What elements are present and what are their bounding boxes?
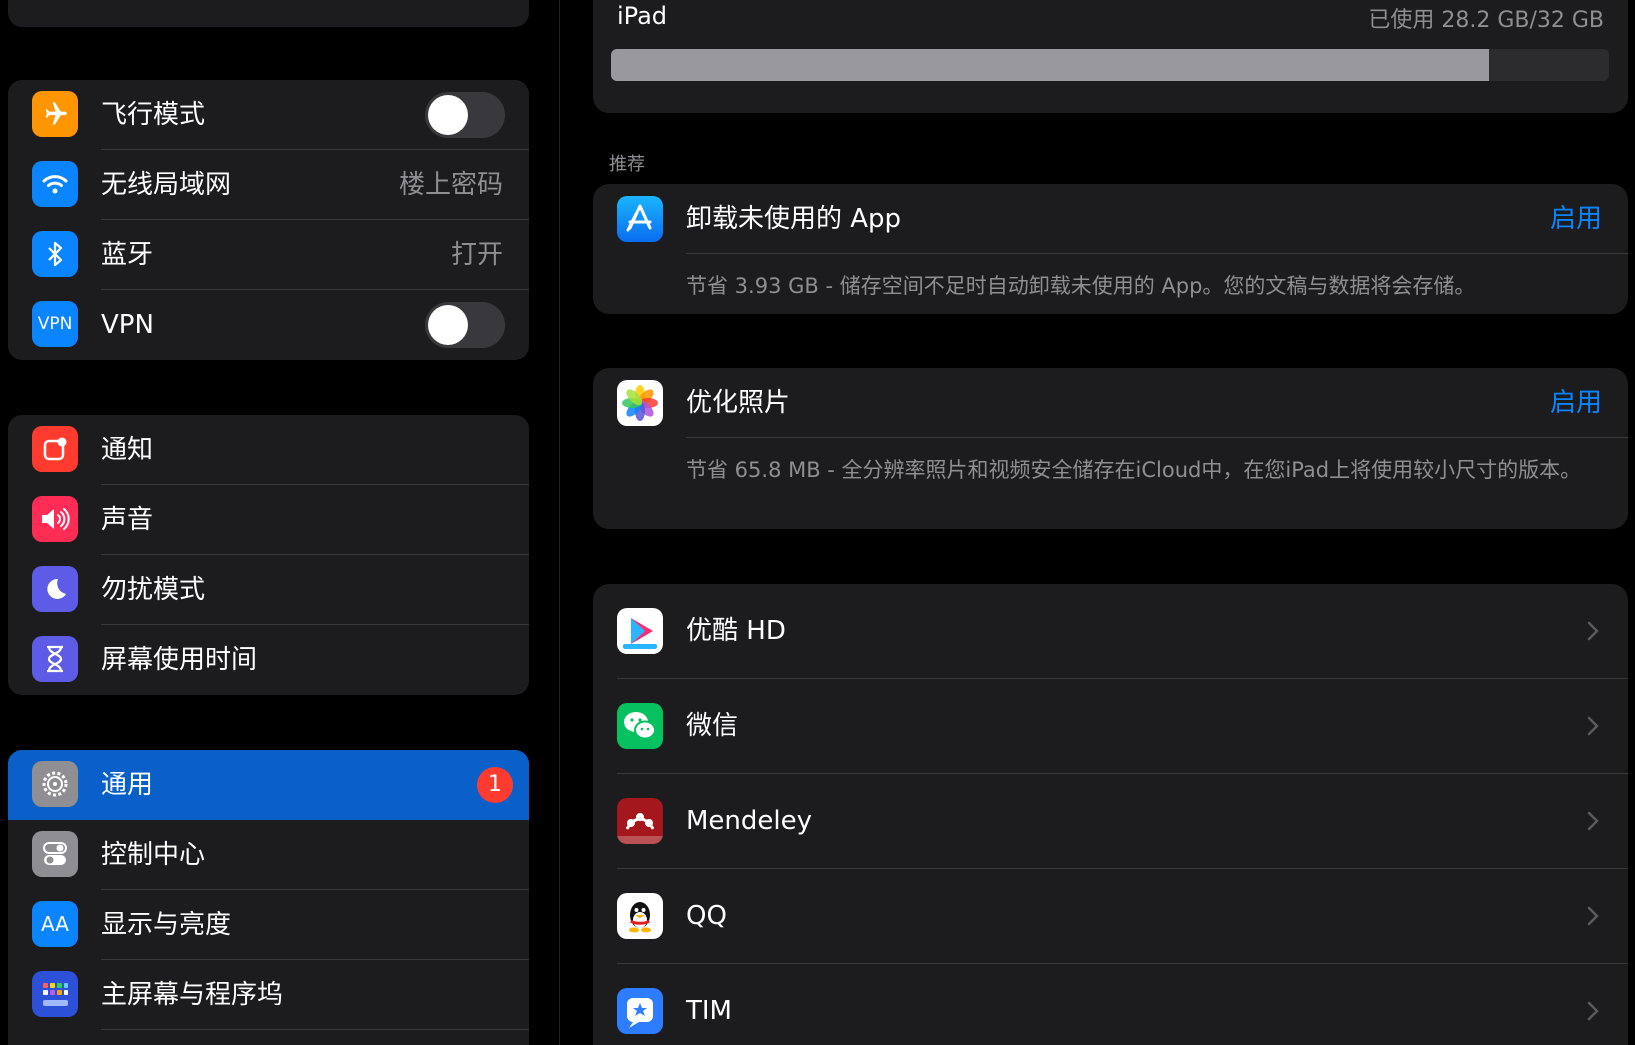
recommendation-title: 优化照片	[686, 388, 791, 418]
hourglass-icon	[32, 636, 78, 682]
vpn-icon: VPN	[32, 301, 78, 347]
apple-id-card[interactable]	[8, 0, 529, 27]
enable-offload-button[interactable]: 启用	[1550, 184, 1602, 254]
storage-used-text: 已使用 28.2 GB/32 GB	[1368, 8, 1604, 33]
sidebar-item-label: 显示与亮度	[101, 910, 232, 940]
wifi-icon	[32, 161, 78, 207]
sidebar-item-label: 通用	[101, 770, 154, 800]
sidebar-item-display-brightness[interactable]: AA 显示与亮度	[8, 890, 529, 960]
sidebar-item-notifications[interactable]: 通知	[8, 415, 529, 485]
sidebar-item-label: 声音	[101, 505, 154, 535]
toggle-knob	[428, 95, 468, 135]
chevron-right-icon	[1587, 906, 1599, 926]
sidebar-item-home-screen-dock[interactable]: 主屏幕与程序坞	[8, 960, 529, 1030]
youku-icon	[617, 608, 663, 654]
recommendation-offload-apps: 卸载未使用的 App 启用 节省 3.93 GB - 储存空间不足时自动卸载未使…	[593, 184, 1628, 314]
chevron-right-icon	[1587, 811, 1599, 831]
app-storage-list: 优酷 HD 微信 Mendeley QQ TIM	[593, 584, 1628, 1045]
chevron-right-icon	[1587, 1001, 1599, 1021]
recommendation-description: 节省 65.8 MB - 全分辨率照片和视频安全储存在iCloud中，在您iPa…	[686, 458, 1582, 482]
enable-optimize-photos-button[interactable]: 启用	[1550, 368, 1602, 438]
app-store-icon	[617, 196, 663, 242]
speaker-icon	[32, 496, 78, 542]
sidebar-item-label: 主屏幕与程序坞	[101, 980, 284, 1010]
sidebar-item-label: VPN	[101, 310, 154, 340]
home-screen-icon	[32, 971, 78, 1017]
sidebar-item-label: 蓝牙	[101, 240, 154, 270]
display-icon: AA	[32, 901, 78, 947]
control-center-icon	[32, 831, 78, 877]
sidebar-item-wifi[interactable]: 无线局域网 楼上密码	[8, 150, 529, 220]
sidebar-item-general[interactable]: 通用 1	[8, 750, 529, 820]
photos-icon	[617, 380, 663, 426]
recommendation-description: 节省 3.93 GB - 储存空间不足时自动卸载未使用的 App。您的文稿与数据…	[686, 274, 1476, 298]
tim-icon	[617, 988, 663, 1034]
app-row-mendeley[interactable]: Mendeley	[593, 774, 1628, 869]
sidebar-item-sounds[interactable]: 声音	[8, 485, 529, 555]
app-name: TIM	[686, 996, 732, 1026]
moon-icon	[32, 566, 78, 612]
sidebar-item-label: 勿扰模式	[101, 575, 206, 605]
sidebar-item-do-not-disturb[interactable]: 勿扰模式	[8, 555, 529, 625]
sidebar-item-airplane-mode[interactable]: 飞行模式	[8, 80, 529, 150]
divider	[686, 253, 1628, 254]
sidebar-item-vpn[interactable]: VPN VPN	[8, 290, 529, 360]
airplane-mode-toggle[interactable]	[425, 92, 505, 138]
app-name: QQ	[686, 901, 727, 931]
app-name: 微信	[686, 711, 739, 741]
sidebar-item-label: 控制中心	[101, 840, 206, 870]
recommendation-title: 卸载未使用的 App	[686, 204, 902, 234]
sidebar-item-label: 飞行模式	[101, 100, 206, 130]
app-row-youku[interactable]: 优酷 HD	[593, 584, 1628, 679]
vpn-toggle[interactable]	[425, 302, 505, 348]
settings-sidebar: 飞行模式 无线局域网 楼上密码 蓝牙 打开 VPN VPN 通知 声音 勿扰模式…	[0, 0, 560, 1045]
connectivity-group: 飞行模式 无线局域网 楼上密码 蓝牙 打开 VPN VPN	[8, 80, 529, 360]
sidebar-item-bluetooth[interactable]: 蓝牙 打开	[8, 220, 529, 290]
gear-icon	[32, 761, 78, 807]
sidebar-item-control-center[interactable]: 控制中心	[8, 820, 529, 890]
chevron-right-icon	[1587, 716, 1599, 736]
airplane-icon	[32, 91, 78, 137]
recommendations-header: 推荐	[609, 154, 645, 175]
app-name: Mendeley	[686, 806, 813, 836]
mendeley-icon	[617, 798, 663, 844]
wifi-network-name: 楼上密码	[398, 170, 503, 200]
device-name: iPad	[617, 2, 668, 30]
storage-usage-bar	[611, 49, 1609, 81]
divider	[101, 1029, 529, 1030]
app-row-qq[interactable]: QQ	[593, 869, 1628, 964]
storage-summary-card: iPad 已使用 28.2 GB/32 GB	[593, 0, 1628, 113]
toggle-knob	[428, 305, 468, 345]
storage-usage-fill	[611, 49, 1490, 81]
general-group: 通用 1 控制中心 AA 显示与亮度 主屏幕与程序坞	[8, 750, 529, 1045]
chevron-right-icon	[1587, 621, 1599, 641]
divider	[686, 437, 1628, 438]
app-row-tim[interactable]: TIM	[593, 964, 1628, 1045]
app-row-wechat[interactable]: 微信	[593, 679, 1628, 774]
sidebar-item-screen-time[interactable]: 屏幕使用时间	[8, 625, 529, 695]
ipad-storage-panel: iPad 已使用 28.2 GB/32 GB 推荐 卸载未使用的 App 启用 …	[561, 0, 1635, 1045]
update-badge: 1	[477, 767, 513, 803]
qq-icon	[617, 893, 663, 939]
notifications-group: 通知 声音 勿扰模式 屏幕使用时间	[8, 415, 529, 695]
notifications-icon	[32, 426, 78, 472]
app-name: 优酷 HD	[686, 616, 786, 646]
bluetooth-icon	[32, 231, 78, 277]
sidebar-item-label: 通知	[101, 435, 154, 465]
wechat-icon	[617, 703, 663, 749]
bluetooth-status: 打开	[450, 240, 503, 270]
recommendation-optimize-photos: 优化照片 启用 节省 65.8 MB - 全分辨率照片和视频安全储存在iClou…	[593, 368, 1628, 529]
sidebar-item-label: 屏幕使用时间	[101, 645, 258, 675]
sidebar-item-label: 无线局域网	[101, 170, 232, 200]
